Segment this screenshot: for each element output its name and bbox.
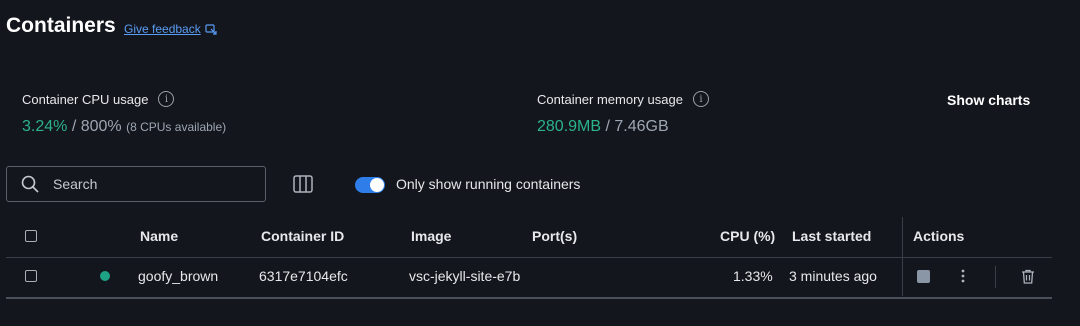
cpu-usage-label: Container CPU usage (22, 91, 149, 107)
cpu-usage-value: 3.24% / 800% (8 CPUs available) (22, 118, 226, 136)
give-feedback-link[interactable]: Give feedback (124, 22, 217, 36)
container-image[interactable]: vsc-jekyll-site-e7b (409, 268, 523, 284)
trash-icon[interactable] (1021, 269, 1035, 284)
column-header-cpu[interactable]: CPU (%) (720, 228, 775, 244)
cpu-note: (8 CPUs available) (126, 120, 227, 134)
row-checkbox[interactable] (25, 270, 37, 282)
table-row[interactable]: goofy_brown 6317e7104efc vsc-jekyll-site… (6, 257, 1052, 299)
memory-used: 280.9MB (537, 118, 602, 135)
column-header-image[interactable]: Image (411, 228, 451, 244)
memory-total: 7.46GB (614, 118, 669, 135)
memory-usage-value: 280.9MB / 7.46GB (537, 118, 669, 136)
container-cpu: 1.33% (733, 268, 773, 284)
memory-usage-label: Container memory usage (537, 91, 683, 107)
container-name[interactable]: goofy_brown (138, 268, 218, 284)
table-header: Name Container ID Image Port(s) CPU (%) … (6, 217, 1052, 296)
cpu-usage-label-row: Container CPU usage i (22, 91, 175, 107)
columns-icon[interactable] (293, 175, 313, 193)
column-header-container-id[interactable]: Container ID (261, 228, 344, 244)
select-all-checkbox[interactable] (25, 230, 37, 242)
page-title: Containers (6, 14, 116, 37)
memory-separator: / (601, 118, 615, 135)
search-input[interactable] (51, 175, 255, 193)
only-running-label: Only show running containers (396, 176, 581, 192)
toggle-knob (370, 178, 384, 192)
container-last-started: 3 minutes ago (789, 268, 877, 284)
column-header-last-started[interactable]: Last started (792, 228, 871, 244)
column-header-ports[interactable]: Port(s) (532, 228, 577, 244)
feedback-external-icon (205, 24, 217, 35)
info-icon[interactable]: i (158, 91, 175, 107)
cpu-total: 800% (80, 118, 122, 135)
cpu-used: 3.24% (22, 118, 68, 135)
container-id: 6317e7104efc (259, 268, 348, 284)
actions-divider (995, 266, 996, 288)
column-header-actions: Actions (913, 228, 965, 244)
cpu-separator: / (67, 118, 81, 135)
memory-usage-label-row: Container memory usage i (537, 91, 709, 107)
search-icon (21, 175, 39, 193)
stop-icon[interactable] (917, 270, 930, 283)
column-header-name[interactable]: Name (140, 228, 178, 244)
kebab-menu-icon[interactable] (961, 269, 965, 283)
give-feedback-label: Give feedback (124, 22, 201, 36)
search-box[interactable] (6, 166, 266, 202)
show-charts-button[interactable]: Show charts (947, 92, 1030, 108)
status-running-indicator (100, 271, 110, 281)
info-icon[interactable]: i (692, 91, 709, 107)
only-running-toggle[interactable] (355, 177, 385, 193)
